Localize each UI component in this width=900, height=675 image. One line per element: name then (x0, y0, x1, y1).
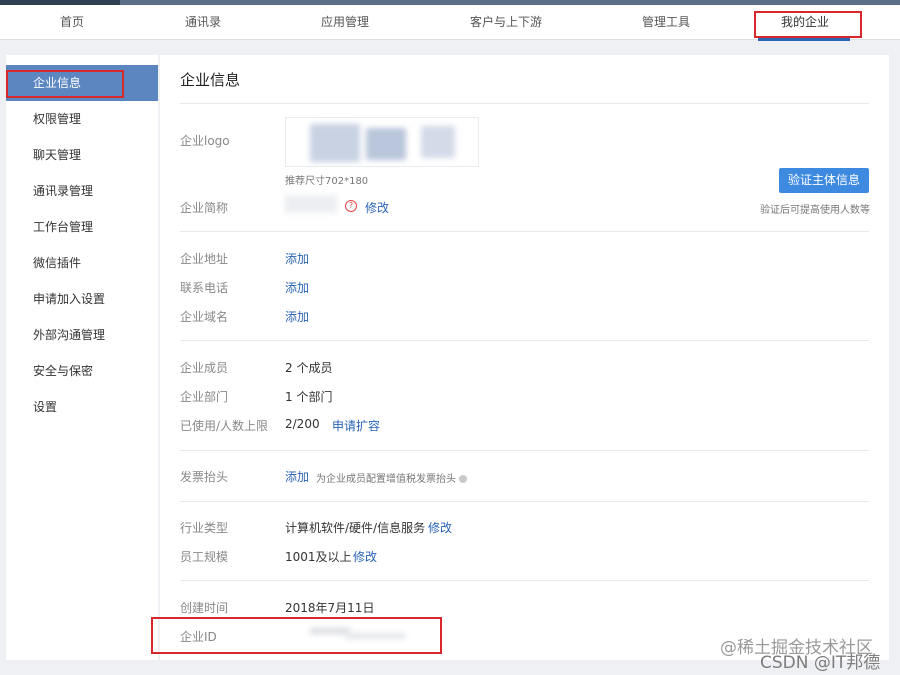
phone-label: 联系电话 (180, 281, 229, 295)
sidebar-item-settings[interactable]: 设置 (6, 389, 158, 425)
short-name-value (285, 195, 337, 213)
top-navigation: 首页 通讯录 应用管理 客户与上下游 管理工具 我的企业 (0, 5, 900, 41)
usage-label: 已使用/人数上限 (180, 419, 269, 433)
short-name-label: 企业简称 (180, 201, 229, 215)
industry-edit-link[interactable]: 修改 (428, 519, 452, 536)
created-label: 创建时间 (180, 601, 229, 615)
logo-size-hint: 推荐尺寸702*180 (285, 176, 369, 187)
departments-label: 企业部门 (180, 390, 229, 404)
phone-add-link[interactable]: 添加 (285, 279, 309, 296)
created-value: 2018年7月11日 (285, 601, 375, 615)
sidebar-item-wechat-plugin[interactable]: 微信插件 (6, 245, 158, 281)
nav-app-management[interactable]: 应用管理 (310, 5, 380, 39)
industry-label: 行业类型 (180, 521, 229, 535)
divider (180, 580, 869, 581)
short-name-edit-link[interactable]: 修改 (365, 199, 389, 216)
help-icon[interactable]: ? (345, 200, 357, 212)
sidebar-item-company-info[interactable]: 企业信息 (6, 65, 158, 101)
sidebar-item-external-comm[interactable]: 外部沟通管理 (6, 317, 158, 353)
company-logo-image[interactable] (285, 117, 479, 167)
members-label: 企业成员 (180, 361, 229, 375)
invoice-label: 发票抬头 (180, 470, 229, 484)
divider (180, 340, 869, 341)
expand-capacity-link[interactable]: 申请扩容 (332, 417, 380, 434)
divider (180, 231, 869, 232)
sidebar-item-chat[interactable]: 聊天管理 (6, 137, 158, 173)
industry-value: 计算机软件/硬件/信息服务 (285, 521, 426, 535)
usage-value: 2/200 (285, 417, 320, 431)
staff-size-edit-link[interactable]: 修改 (353, 548, 377, 565)
domain-add-link[interactable]: 添加 (285, 308, 309, 325)
page-title: 企业信息 (180, 71, 241, 89)
divider (180, 103, 869, 104)
verify-note: 验证后可提高使用人数等 (760, 205, 870, 216)
staff-size-value: 1001及以上 (285, 550, 352, 564)
address-add-link[interactable]: 添加 (285, 250, 309, 267)
staff-size-label: 员工规模 (180, 550, 229, 564)
divider (180, 501, 869, 502)
active-tab-indicator (758, 38, 850, 41)
sidebar-item-permissions[interactable]: 权限管理 (6, 101, 158, 137)
nav-home[interactable]: 首页 (42, 5, 102, 39)
watermark-csdn: CSDN @IT邦德 (760, 653, 881, 673)
domain-label: 企业域名 (180, 310, 229, 324)
info-icon[interactable] (459, 475, 467, 483)
sidebar-item-security[interactable]: 安全与保密 (6, 353, 158, 389)
nav-my-company[interactable]: 我的企业 (770, 5, 840, 39)
members-value: 2 个成员 (285, 361, 333, 375)
invoice-note-text: 为企业成员配置增值税发票抬头 (316, 474, 456, 485)
address-label: 企业地址 (180, 252, 229, 266)
sidebar-item-join-settings[interactable]: 申请加入设置 (6, 281, 158, 317)
divider (180, 450, 869, 451)
sidebar-item-workbench[interactable]: 工作台管理 (6, 209, 158, 245)
corp-id-label: 企业ID (180, 630, 217, 644)
invoice-add-link[interactable]: 添加 (285, 468, 309, 485)
nav-contacts[interactable]: 通讯录 (173, 5, 233, 39)
corp-id-value (310, 628, 350, 634)
sidebar: 企业信息 权限管理 聊天管理 通讯录管理 工作台管理 微信插件 申请加入设置 外… (6, 55, 158, 660)
invoice-note: 为企业成员配置增值税发票抬头 (316, 470, 467, 485)
nav-admin-tools[interactable]: 管理工具 (631, 5, 701, 39)
nav-customers-partners[interactable]: 客户与上下游 (460, 5, 552, 39)
company-info-panel: 企业信息 企业logo 推荐尺寸702*180 验证主体信息 验证后可提高使用人… (160, 55, 889, 660)
departments-value: 1 个部门 (285, 390, 333, 404)
verify-entity-button[interactable]: 验证主体信息 (779, 168, 869, 193)
logo-label: 企业logo (180, 134, 230, 148)
sidebar-item-contacts[interactable]: 通讯录管理 (6, 173, 158, 209)
